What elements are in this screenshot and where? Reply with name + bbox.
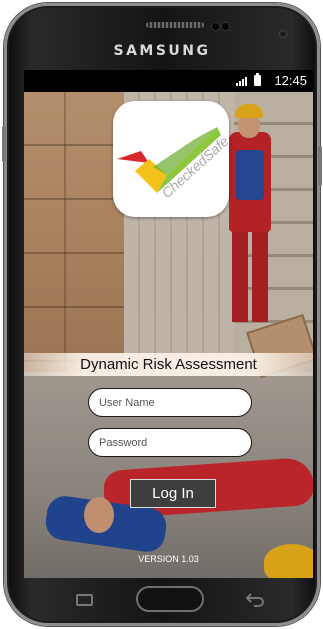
- username-input[interactable]: [88, 388, 252, 417]
- page-title: Dynamic Risk Assessment: [24, 353, 313, 376]
- battery-icon: [254, 73, 261, 86]
- power-button: [318, 146, 322, 186]
- home-button[interactable]: [136, 586, 204, 612]
- status-bar: 12:45: [24, 70, 313, 92]
- app-screen: 12:45 CheckedSafe Dynamic Risk Assessmen…: [24, 70, 313, 578]
- signal-icon: [236, 77, 247, 86]
- navigation-bar: [7, 579, 317, 625]
- back-icon[interactable]: [245, 591, 265, 607]
- device-brand: SAMSUNG: [113, 43, 211, 59]
- front-camera: [280, 31, 286, 37]
- proximity-sensor: [212, 23, 219, 30]
- speaker-grille: [146, 22, 204, 28]
- password-input[interactable]: [88, 428, 252, 457]
- version-label: VERSION 1.03: [138, 554, 199, 564]
- light-sensor: [222, 23, 229, 30]
- app-logo: CheckedSafe: [113, 101, 232, 217]
- volume-button: [2, 126, 6, 162]
- login-button[interactable]: Log In: [130, 479, 216, 508]
- recent-apps-icon[interactable]: [76, 594, 93, 606]
- phone-frame: SAMSUNG 12:45 CheckedSafe Dynamic Risk A…: [2, 3, 322, 626]
- status-time: 12:45: [274, 73, 307, 88]
